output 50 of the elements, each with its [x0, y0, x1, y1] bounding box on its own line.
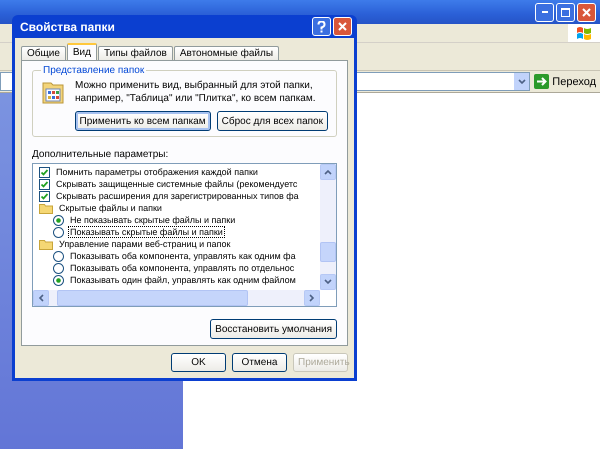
tab[interactable]: Типы файлов [98, 46, 173, 60]
option-label: Показывать один файл, управлять как одним файлом [69, 274, 297, 286]
apply-view-button[interactable]: Применить ко всем папкам [74, 111, 211, 131]
close-icon [582, 8, 591, 16]
scroll-thumb[interactable] [320, 242, 336, 262]
radio-button[interactable] [53, 250, 64, 262]
radio-button[interactable] [53, 214, 64, 226]
maximize-icon [561, 8, 570, 16]
option-label: Скрывать защищенные системные файлы (рекомендуетс [55, 178, 298, 190]
folder-icon [39, 202, 53, 214]
tab[interactable]: Общие [21, 46, 66, 60]
dialog-button[interactable]: OK [171, 353, 226, 372]
help-button[interactable] [312, 17, 331, 36]
dialog-title: Свойства папки [20, 20, 115, 34]
tab[interactable]: Вид [66, 43, 97, 60]
go-button[interactable]: Переход [534, 74, 596, 89]
option-label: Не показывать скрытые файлы и папки [69, 214, 236, 226]
checkbox[interactable] [39, 166, 50, 178]
option-label: Помнить параметры отображения каждой папки [55, 166, 259, 178]
restore-defaults-button[interactable]: Восстановить умолчания [210, 319, 337, 339]
section-label: Дополнительные параметры: [32, 149, 170, 160]
scroll-thumb[interactable] [57, 290, 248, 306]
option-label: Показывать скрытые файлы и папки [68, 226, 225, 238]
apply-view-button[interactable]: Сброс для всех папок [216, 111, 328, 131]
description-text: Можно применить вид, выбранный для этой папки, например, "Таблица" или "Плитка", ко всем папкам. [75, 79, 316, 105]
radio-button[interactable] [53, 262, 64, 274]
close-button[interactable] [333, 17, 352, 36]
maximize-button[interactable] [556, 2, 575, 22]
group-label: Управление парами веб-страниц и папок [58, 238, 232, 250]
tab[interactable]: Автономные файлы [174, 46, 280, 60]
arrow-icon [534, 74, 550, 89]
group-label: Скрытые файлы и папки [58, 202, 163, 214]
option-label: Скрывать расширения для зарегистрированных типов фа [55, 190, 300, 202]
folder-icon [39, 238, 53, 250]
minimize-button[interactable] [535, 2, 554, 22]
help-icon [317, 20, 326, 32]
minimize-icon [542, 11, 548, 13]
option-label: Показывать оба компонента, управлять по отдельнос [69, 262, 296, 274]
dialog-button[interactable]: Отмена [232, 353, 287, 372]
flag-logo-icon [576, 26, 592, 40]
option-label: Показывать оба компонента, управлять как одним фа [69, 250, 297, 262]
vertical-scrollbar[interactable] [320, 164, 336, 290]
radio-button[interactable] [53, 274, 64, 286]
horizontal-scrollbar[interactable] [33, 290, 320, 306]
close-icon [338, 22, 347, 31]
checkbox[interactable] [39, 178, 50, 190]
radio-button[interactable] [53, 226, 64, 238]
close-button[interactable] [577, 2, 596, 22]
checkbox[interactable] [39, 190, 50, 202]
group-title: Представление папок [42, 65, 146, 76]
